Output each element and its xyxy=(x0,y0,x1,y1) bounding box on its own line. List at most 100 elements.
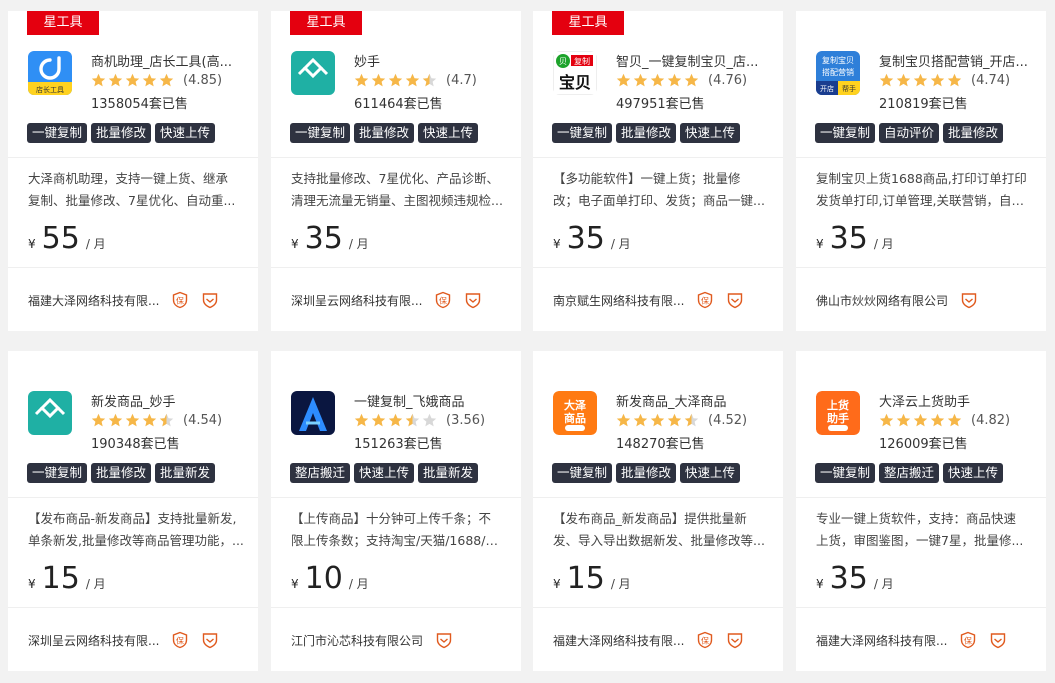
company-name[interactable]: 南京赋生网络科技有限... xyxy=(553,292,684,309)
rating: (4.85) xyxy=(91,71,222,89)
company-name[interactable]: 江门市沁芯科技有限公司 xyxy=(291,632,423,649)
app-name-link[interactable]: 智贝_一键复制宝贝_店... xyxy=(616,51,766,70)
star-icon xyxy=(125,73,140,86)
price: ¥15 / 月 xyxy=(553,561,631,596)
divider xyxy=(271,267,521,268)
feature-tag: 批量修改 xyxy=(91,123,152,143)
company-name[interactable]: 福建大泽网络科技有限... xyxy=(28,292,159,309)
divider xyxy=(8,157,258,158)
app-description: 大泽商机助理，支持一键上货、继承 复制、批量修改、7星优化、自动重... xyxy=(28,168,246,212)
feature-tag: 批量修改 xyxy=(616,463,677,483)
price: ¥35 / 月 xyxy=(553,221,631,256)
app-name-link[interactable]: 妙手 xyxy=(354,51,504,70)
shield-icon[interactable] xyxy=(726,631,744,649)
company-name[interactable]: 福建大泽网络科技有限... xyxy=(816,632,947,649)
app-name-link[interactable]: 新发商品_大泽商品 xyxy=(616,391,766,410)
svg-text:保: 保 xyxy=(439,296,447,306)
description-line: 支持批量修改、7星优化、产品诊断、 xyxy=(291,171,499,186)
star-icon xyxy=(650,73,665,86)
app-card[interactable]: 新发商品_妙手 (4.54) 190348套已售 一键复制 批量修改 批量新发 【发布商品-… xyxy=(8,351,258,671)
company-name[interactable]: 深圳呈云网络科技有限... xyxy=(291,292,422,309)
shield-icon[interactable] xyxy=(201,291,219,309)
app-description: 【多功能软件】一键上货；批量修 改；电子面单打印、发货；商品一键... xyxy=(553,168,771,212)
shield-icon[interactable] xyxy=(464,291,482,309)
app-card[interactable]: 星工具 妙手 (4.7) 611464套已售 一键复制 批量修改 快速上传 支持批量修改、7星… xyxy=(271,11,521,331)
star-icon xyxy=(91,413,106,426)
company-name[interactable]: 福建大泽网络科技有限... xyxy=(553,632,684,649)
feature-tag: 快速上传 xyxy=(155,123,216,143)
star-icon xyxy=(388,73,403,86)
rating-score: (4.54) xyxy=(183,412,223,428)
shanghuo-logo-icon[interactable]: 上货 助手 xyxy=(816,391,860,435)
rating: (4.54) xyxy=(91,411,222,429)
app-card[interactable]: 星工具 店长工具 商机助理_店长工具(高... (4.85) 1358054套已售 一键复… xyxy=(8,11,258,331)
bao-icon[interactable]: 保 xyxy=(696,291,714,309)
rating-score: (4.74) xyxy=(971,72,1011,88)
app-name-link[interactable]: 商机助理_店长工具(高... xyxy=(91,51,241,70)
star-tool-badge: 星工具 xyxy=(27,11,99,35)
company-info: 南京赋生网络科技有限... 保 xyxy=(553,291,744,309)
shield-icon[interactable] xyxy=(435,631,453,649)
feie-logo-icon[interactable] xyxy=(291,391,335,435)
price-unit: / 月 xyxy=(610,577,631,591)
sold-count: 151263套已售 xyxy=(354,437,443,452)
currency-symbol: ¥ xyxy=(291,577,299,591)
star-icon xyxy=(159,413,174,426)
feature-tag: 快速上传 xyxy=(943,463,1004,483)
feature-tag: 批量修改 xyxy=(616,123,677,143)
divider xyxy=(533,267,783,268)
bao-icon[interactable]: 保 xyxy=(171,291,189,309)
app-name-link[interactable]: 大泽云上货助手 xyxy=(879,391,1029,410)
price: ¥15 / 月 xyxy=(28,561,106,596)
bao-icon[interactable]: 保 xyxy=(434,291,452,309)
app-name-link[interactable]: 复制宝贝搭配营销_开店... xyxy=(879,51,1029,70)
app-card[interactable]: 上货 助手 大泽云上货助手 (4.82) 126009套已售 一键复制 整店搬迁 快速上传 专业… xyxy=(796,351,1046,671)
currency-symbol: ¥ xyxy=(28,577,36,591)
app-card[interactable]: 一键复制_飞娥商品 (3.56) 151263套已售 整店搬迁 快速上传 批量新发 【上传商… xyxy=(271,351,521,671)
miaoshou-logo-icon[interactable] xyxy=(28,391,72,435)
company-name[interactable]: 佛山市炏炏网络有限公司 xyxy=(816,292,948,309)
bao-icon[interactable]: 保 xyxy=(696,631,714,649)
app-name-link[interactable]: 新发商品_妙手 xyxy=(91,391,241,410)
daze-logo-icon[interactable]: 大泽 商品 xyxy=(553,391,597,435)
shield-icon[interactable] xyxy=(989,631,1007,649)
svg-text:保: 保 xyxy=(701,636,709,646)
app-name-link[interactable]: 一键复制_飞娥商品 xyxy=(354,391,504,410)
miaoshou-logo-icon[interactable] xyxy=(291,51,335,95)
currency-symbol: ¥ xyxy=(816,577,824,591)
currency-symbol: ¥ xyxy=(553,237,561,251)
description-line: 【发布商品_新发商品】提供批量新 xyxy=(553,511,747,526)
baobei-logo-icon[interactable]: 贝复制 宝贝 xyxy=(553,51,597,95)
star-icon xyxy=(879,413,894,426)
cloud-app-logo-icon[interactable]: 店长工具 xyxy=(28,51,72,95)
app-card[interactable]: 星工具贝复制 宝贝 智贝_一键复制宝贝_店... (4.76) 497951套已售 一键复… xyxy=(533,11,783,331)
bao-icon[interactable]: 保 xyxy=(959,631,977,649)
price-value: 55 xyxy=(41,221,80,256)
shield-icon[interactable] xyxy=(726,291,744,309)
company-name[interactable]: 深圳呈云网络科技有限... xyxy=(28,632,159,649)
svg-text:保: 保 xyxy=(964,636,972,646)
feature-tag: 批量新发 xyxy=(155,463,216,483)
description-line: 大泽商机助理，支持一键上货、继承 xyxy=(28,171,229,186)
sold-count: 497951套已售 xyxy=(616,97,705,112)
feature-tag: 批量修改 xyxy=(943,123,1004,143)
star-icon xyxy=(405,73,420,86)
star-icon xyxy=(388,413,403,426)
star-icon xyxy=(684,73,699,86)
app-description: 专业一键上货软件，支持：商品快速 上货，审图鉴图，一键7星，批量修... xyxy=(816,508,1034,552)
feature-tag: 批量修改 xyxy=(91,463,152,483)
shield-icon[interactable] xyxy=(201,631,219,649)
rating-score: (4.52) xyxy=(708,412,748,428)
star-icon xyxy=(422,413,437,426)
bao-icon[interactable]: 保 xyxy=(171,631,189,649)
currency-symbol: ¥ xyxy=(816,237,824,251)
star-icon xyxy=(371,73,386,86)
divider xyxy=(796,607,1046,608)
price: ¥35 / 月 xyxy=(291,221,369,256)
company-info: 深圳呈云网络科技有限... 保 xyxy=(28,631,219,649)
shield-icon[interactable] xyxy=(960,291,978,309)
description-line: 发货单打印,订单管理,关联营销，自动... xyxy=(816,193,1034,208)
app-card[interactable]: 大泽 商品 新发商品_大泽商品 (4.52) 148270套已售 一键复制 批量修改 快速上传… xyxy=(533,351,783,671)
fuzhi-logo-icon[interactable]: 复制宝贝 搭配营销 开店 帮手 xyxy=(816,51,860,95)
app-card[interactable]: 复制宝贝 搭配营销 开店 帮手 复制宝贝搭配营销_开店... (4.74) 210819套已… xyxy=(796,11,1046,331)
